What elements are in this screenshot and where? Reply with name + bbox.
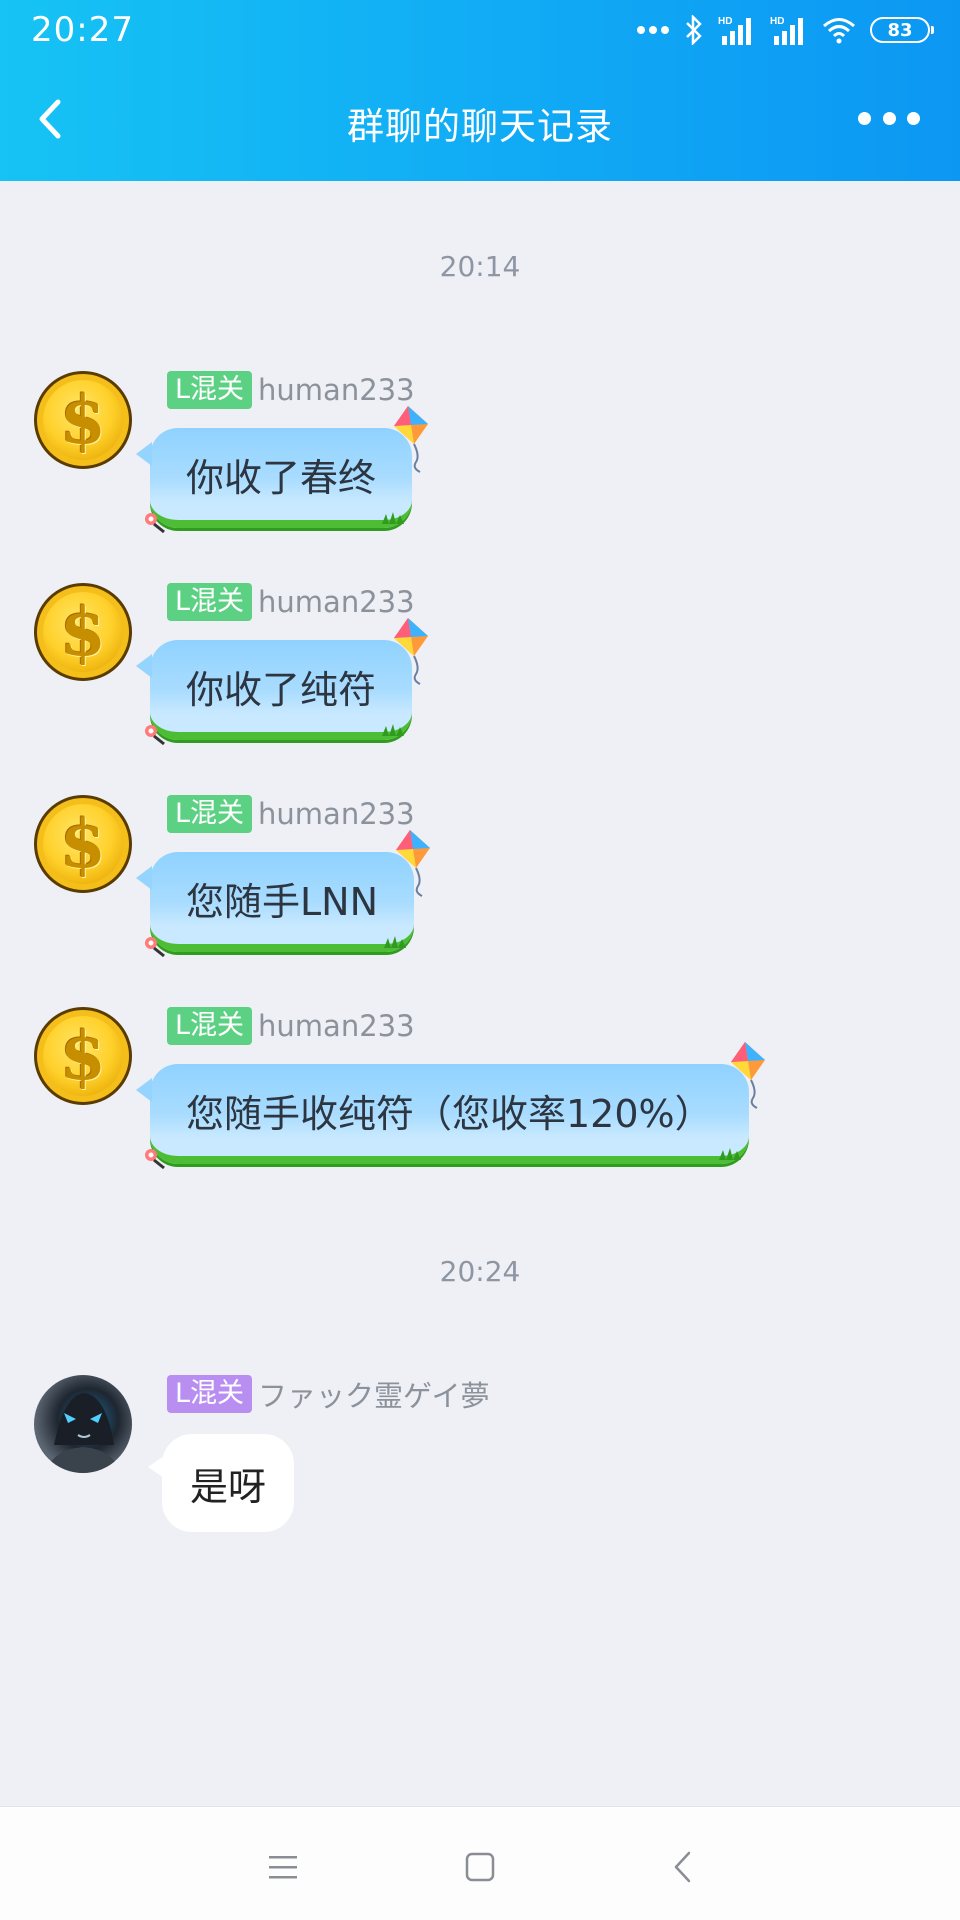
menu-icon — [269, 1856, 297, 1879]
flower-icon — [145, 1149, 165, 1170]
gold-coin-avatar[interactable]: $ — [34, 1007, 132, 1105]
timestamp: 20:24 — [439, 1255, 521, 1288]
kite-icon — [394, 618, 429, 685]
sender-name[interactable]: human233 — [258, 1009, 415, 1043]
message-text: 您随手收纯符（您收率120%） — [186, 1091, 713, 1136]
message-bubble[interactable]: 您随手LNN — [135, 830, 431, 958]
sender-name[interactable]: human233 — [258, 797, 415, 831]
message-text: 您随手LNN — [186, 879, 379, 924]
more-options-button[interactable] — [858, 104, 920, 132]
timestamp: 20:14 — [439, 250, 521, 283]
more-dots-icon — [858, 111, 871, 125]
group-tag-badge: L混关 — [167, 1007, 253, 1045]
message-bubble[interactable]: 你收了春终 — [135, 406, 429, 534]
user-avatar[interactable] — [34, 1375, 132, 1473]
anime-avatar-icon — [44, 1393, 122, 1473]
status-time: 20:27 — [31, 10, 134, 50]
kite-icon — [730, 1042, 765, 1109]
message-text: 是呀 — [190, 1464, 267, 1509]
hd-signal-icon: HD — [718, 16, 751, 45]
message-meta: L混关 human233 — [167, 795, 415, 833]
sender-name[interactable]: human233 — [258, 585, 415, 619]
battery-level: 83 — [887, 19, 913, 41]
wifi-icon — [823, 18, 855, 44]
sender-name[interactable]: human233 — [258, 373, 415, 407]
grass-icon — [382, 512, 405, 524]
flower-icon — [145, 937, 165, 958]
system-nav-bar — [0, 1806, 960, 1920]
system-back-button[interactable] — [652, 1837, 712, 1897]
kite-icon — [394, 406, 429, 473]
home-square-icon — [465, 1852, 495, 1882]
grass-icon — [384, 936, 407, 948]
grass-icon — [718, 1148, 741, 1160]
group-tag-badge: L混关 — [167, 371, 253, 409]
message-bubble[interactable]: 是呀 — [147, 1434, 295, 1532]
app-header: 20:27 HD HD 83 群聊的聊天记录 — [0, 0, 960, 181]
message-text: 你收了春终 — [186, 455, 377, 500]
kite-icon — [396, 830, 431, 897]
grass-icon — [382, 724, 405, 736]
sender-name[interactable]: ファック霊ゲイ夢 — [258, 1373, 489, 1415]
group-tag-badge: L混关 — [167, 795, 253, 833]
gold-coin-avatar[interactable]: $ — [34, 795, 132, 893]
battery-icon: 83 — [870, 17, 934, 43]
hd-signal-icon: HD — [770, 16, 803, 45]
flower-icon — [145, 725, 165, 746]
message-meta: L混关 human233 — [167, 583, 415, 621]
message-text: 你收了纯符 — [186, 667, 377, 712]
message-meta: L混关 human233 — [167, 1007, 415, 1045]
back-triangle-icon — [674, 1851, 691, 1883]
svg-text:HD: HD — [770, 16, 784, 27]
group-tag-badge: L混关 — [167, 583, 253, 621]
menu-button[interactable] — [253, 1837, 313, 1897]
status-icons: HD HD 83 — [636, 12, 934, 48]
flower-icon — [145, 513, 165, 534]
svg-text:HD: HD — [718, 16, 732, 27]
message-meta: L混关 ファック霊ゲイ夢 — [167, 1375, 489, 1413]
bluetooth-icon — [686, 15, 702, 45]
page-title: 群聊的聊天记录 — [347, 105, 613, 148]
group-tag-badge: L混关 — [167, 1375, 253, 1413]
gold-coin-avatar[interactable]: $ — [34, 583, 132, 681]
message-bubble[interactable]: 你收了纯符 — [135, 618, 429, 746]
home-button[interactable] — [450, 1837, 510, 1897]
message-meta: L混关 human233 — [167, 371, 415, 409]
more-dots-icon — [637, 26, 669, 34]
message-bubble[interactable]: 您随手收纯符（您收率120%） — [136, 1042, 765, 1170]
gold-coin-avatar[interactable]: $ — [34, 371, 132, 469]
